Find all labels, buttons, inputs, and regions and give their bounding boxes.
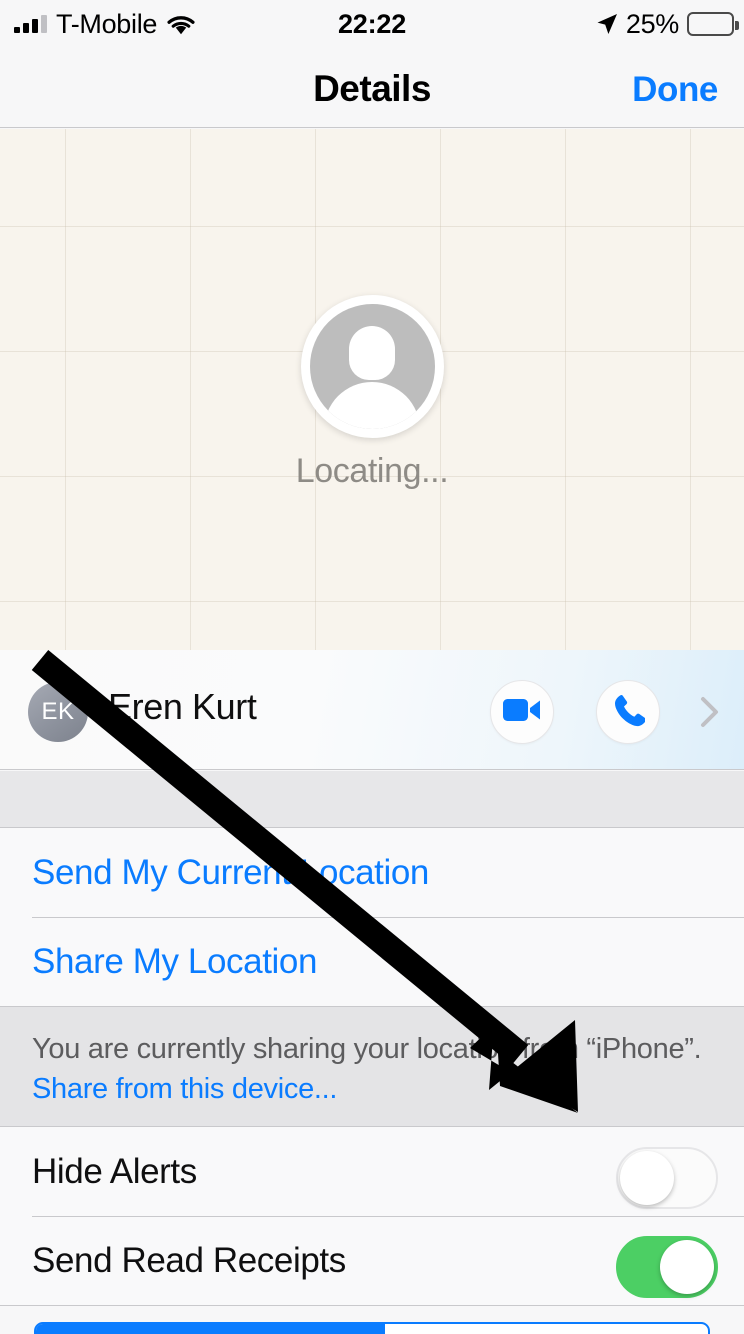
share-my-location-button[interactable]: Share My Location bbox=[0, 917, 744, 1006]
avatar[interactable] bbox=[301, 295, 444, 438]
settings-group: Hide Alerts Send Read Receipts bbox=[0, 1127, 744, 1305]
location-arrow-icon bbox=[596, 13, 618, 35]
locating-status-label: Locating... bbox=[0, 452, 744, 491]
navigation-bar: Details Done bbox=[0, 48, 744, 128]
map-view[interactable]: Locating... bbox=[0, 129, 744, 650]
sharing-status-text: You are currently sharing your location … bbox=[32, 1029, 718, 1069]
status-bar: T-Mobile 22:22 25% bbox=[0, 0, 744, 48]
done-button[interactable]: Done bbox=[632, 70, 718, 110]
phone-handset-icon bbox=[611, 693, 645, 732]
facetime-video-button[interactable] bbox=[490, 680, 554, 744]
battery-icon bbox=[687, 12, 734, 36]
bottom-progress-fill bbox=[36, 1324, 385, 1334]
send-read-receipts-label: Send Read Receipts bbox=[32, 1241, 346, 1281]
audio-call-button[interactable] bbox=[596, 680, 660, 744]
send-read-receipts-toggle[interactable] bbox=[616, 1236, 718, 1298]
share-from-this-device-link[interactable]: Share from this device... bbox=[32, 1069, 718, 1109]
sharing-status-note: You are currently sharing your location … bbox=[0, 1006, 744, 1127]
person-silhouette-icon bbox=[310, 304, 435, 429]
group-divider bbox=[0, 1305, 744, 1306]
hide-alerts-label: Hide Alerts bbox=[32, 1152, 197, 1192]
contact-initials-avatar: EK bbox=[28, 682, 88, 742]
send-read-receipts-row[interactable]: Send Read Receipts bbox=[0, 1216, 744, 1305]
location-actions-group: Send My Current Location Share My Locati… bbox=[0, 828, 744, 1006]
battery-percent-label: 25% bbox=[626, 9, 679, 40]
chevron-right-icon[interactable] bbox=[700, 696, 720, 728]
hide-alerts-row[interactable]: Hide Alerts bbox=[0, 1127, 744, 1216]
section-spacer bbox=[0, 771, 744, 828]
contact-name-label: Eren Kurt bbox=[108, 686, 256, 728]
map-location-pin: Locating... bbox=[0, 295, 744, 491]
hide-alerts-toggle[interactable] bbox=[616, 1147, 718, 1209]
status-bar-right: 25% bbox=[596, 9, 734, 40]
contact-row[interactable]: EK Eren Kurt bbox=[0, 650, 744, 770]
video-camera-icon bbox=[503, 697, 541, 728]
phone-screen: T-Mobile 22:22 25% De bbox=[0, 0, 744, 1334]
send-my-current-location-button[interactable]: Send My Current Location bbox=[0, 828, 744, 917]
bottom-progress-bar[interactable] bbox=[34, 1322, 710, 1334]
